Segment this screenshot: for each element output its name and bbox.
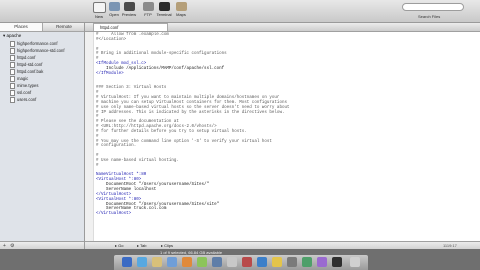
sidebar-item-label: httpd-std.conf (17, 62, 43, 67)
file-icon (10, 47, 15, 54)
tab-remote[interactable]: Remote (42, 23, 85, 31)
mail-icon[interactable] (152, 257, 162, 267)
maps-button[interactable]: Maps (170, 2, 192, 21)
editor-tab-label: httpd.conf (100, 25, 119, 30)
app-icon[interactable] (317, 257, 327, 267)
code-lines: # Allow from .example.com #</Location> #… (96, 33, 476, 217)
app-icon[interactable] (272, 257, 282, 267)
file-icon (10, 96, 15, 103)
preview-icon (123, 2, 135, 11)
sidebar-folder-title[interactable]: ▾ apache (3, 33, 21, 39)
search-files-input[interactable] (402, 3, 464, 11)
trash-icon[interactable] (350, 257, 360, 267)
sidebar-item-httpd-std-conf[interactable]: httpd-std.conf (10, 61, 42, 68)
sidebar-item-httpd-conf-bak[interactable]: httpd.conf.bak (10, 68, 43, 75)
clips-menu-label: Clips (164, 243, 174, 248)
line-gutter (85, 32, 94, 241)
maps-icon (175, 2, 187, 11)
ichat-icon[interactable] (167, 257, 177, 267)
safari-icon[interactable] (137, 257, 147, 267)
sidebar-item-label: highperformance-std.conf (17, 48, 65, 53)
app-icon[interactable] (332, 257, 342, 267)
finder-icon[interactable] (122, 257, 132, 267)
app-icon[interactable] (227, 257, 237, 267)
app-icon[interactable] (242, 257, 252, 267)
sidebar-item-label: users.conf (17, 97, 37, 102)
sidebar-item-label: mime.types (17, 83, 39, 88)
terminal-icon (158, 2, 170, 11)
file-icon (10, 89, 15, 96)
sidebar-item-label: httpd.conf (17, 55, 36, 60)
firefox-icon[interactable] (182, 257, 192, 267)
go-menu-label: Go (118, 243, 124, 248)
editor-tab-bar: httpd.conf (85, 23, 480, 32)
tab-places[interactable]: Places (0, 23, 42, 31)
code-line: </VirtualHost> (96, 212, 132, 217)
sidebar-tabs: Places Remote (0, 23, 84, 32)
sidebar-item-mime-types[interactable]: mime.types (10, 82, 38, 89)
finder-status-caption: 1 of 9 selected, 66.84 GB available (160, 250, 223, 255)
file-icon (10, 82, 15, 89)
sidebar-item-label: highperformance.conf (17, 41, 58, 46)
file-sidebar: Places Remote ▾ apache highperformance.c… (0, 23, 85, 249)
sidebar-item-ssl-conf[interactable]: ssl.conf (10, 89, 31, 96)
sidebar-item-magic[interactable]: magic (10, 75, 28, 82)
sidebar-item-users-conf[interactable]: users.conf (10, 96, 36, 103)
app-icon[interactable] (212, 257, 222, 267)
sidebar-item-highperformance-std-conf[interactable]: highperformance-std.conf (10, 47, 64, 54)
sidebar-item-label: httpd.conf.bak (17, 69, 44, 74)
file-icon (10, 75, 15, 82)
dock (0, 249, 480, 270)
tab-httpd-conf[interactable]: httpd.conf (93, 23, 168, 31)
maps-button-label: Maps (176, 12, 186, 17)
file-icon (10, 40, 15, 47)
search-files-label: Search Files (418, 14, 441, 19)
toolbar: New Open Preview FTP Terminal Maps Searc… (0, 0, 480, 23)
sidebar-item-httpd-conf[interactable]: httpd.conf (10, 54, 35, 61)
file-icon (10, 54, 15, 61)
app-icon[interactable] (287, 257, 297, 267)
coda-icon[interactable] (197, 257, 207, 267)
sidebar-item-label: ssl.conf (17, 90, 32, 95)
app-icon[interactable] (302, 257, 312, 267)
sidebar-item-highperformance-conf[interactable]: highperformance.conf (10, 40, 58, 47)
file-icon (10, 61, 15, 68)
file-icon (10, 68, 15, 75)
sidebar-folder-name: apache (6, 33, 22, 38)
code-editor[interactable]: # Allow from .example.com #</Location> #… (85, 32, 480, 241)
app-icon[interactable] (257, 257, 267, 267)
ftp-icon (142, 2, 154, 11)
sidebar-item-label: magic (17, 76, 29, 81)
tab-menu-label: Tab (140, 243, 147, 248)
